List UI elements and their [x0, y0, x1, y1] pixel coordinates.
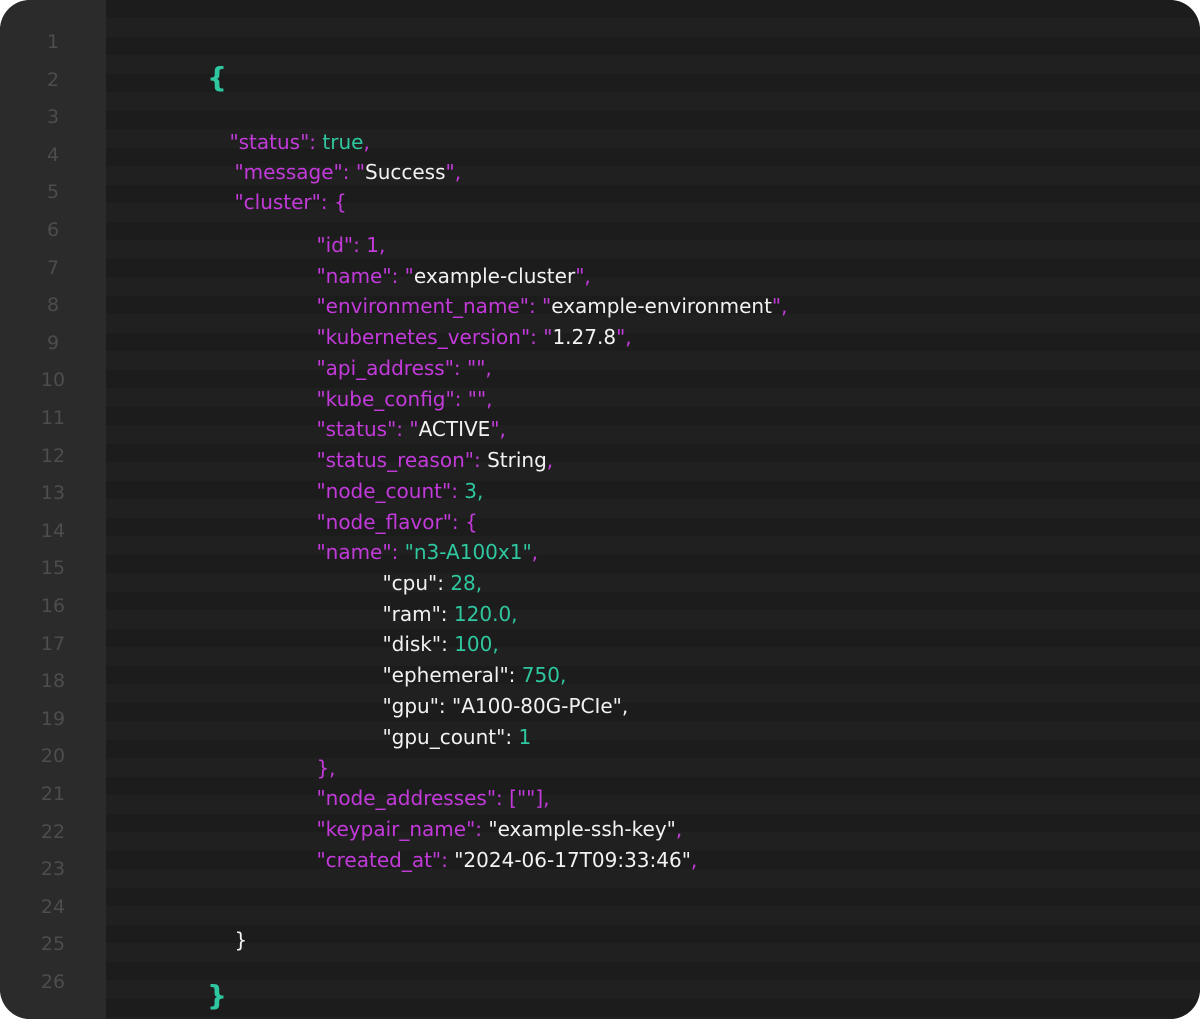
- line-number: 5: [46, 181, 60, 203]
- line-number: 3: [46, 106, 60, 128]
- line-number: 11: [40, 407, 66, 429]
- punct: : ": [530, 325, 553, 349]
- line-number: 17: [40, 633, 66, 655]
- json-key: "gpu_count": [382, 725, 506, 749]
- json-key: "created_at": [316, 848, 442, 872]
- punct: ,: [690, 848, 698, 872]
- line-number: 6: [46, 219, 60, 241]
- line-number: 9: [46, 332, 60, 354]
- line-number: 1: [46, 31, 60, 53]
- punct: ,: [511, 602, 518, 626]
- punct: ,: [477, 479, 484, 503]
- line-number: 8: [46, 294, 60, 316]
- json-value: 1: [518, 725, 532, 749]
- code-line-close-brace: }: [168, 951, 227, 1019]
- line-number: 7: [46, 257, 60, 279]
- code-editor-window: 1 2 3 4 5 6 7 8 9 10 11 12 13 14 15 16 1…: [0, 0, 1200, 1019]
- line-number: 13: [40, 482, 66, 504]
- line-number: 20: [40, 745, 66, 767]
- line-number: 12: [40, 445, 66, 467]
- line-number: 16: [40, 595, 66, 617]
- line-number: 4: [46, 144, 60, 166]
- line-number-gutter: 1 2 3 4 5 6 7 8 9 10 11 12 13 14 15 16 1…: [0, 0, 106, 1019]
- line-number: 26: [40, 971, 66, 993]
- json-value: Success: [365, 160, 446, 184]
- line-number: 22: [40, 821, 66, 843]
- punct: ",: [616, 325, 632, 349]
- line-number: 24: [40, 896, 66, 918]
- line-number: 21: [40, 783, 66, 805]
- line-number: 10: [40, 369, 66, 391]
- punct: :: [505, 725, 519, 749]
- punct: ",: [771, 294, 788, 318]
- line-number: 19: [40, 708, 66, 730]
- line-number: 23: [40, 858, 66, 880]
- code-line-created-at: "created_at": "2024-06-17T09:33:46",: [291, 821, 697, 899]
- json-value: String: [487, 448, 547, 472]
- json-value: 1.27.8: [552, 325, 617, 349]
- punct: ,: [546, 448, 554, 472]
- line-number: 25: [40, 933, 66, 955]
- line-number: 15: [40, 557, 66, 579]
- close-brace: }: [207, 979, 227, 1012]
- inner-close-brace: }: [234, 928, 248, 952]
- json-value: "2024-06-17T09:33:46": [454, 848, 691, 872]
- line-number: 14: [40, 520, 66, 542]
- punct: ,: [621, 694, 629, 718]
- punct: ",: [445, 160, 462, 184]
- punct: :: [441, 848, 455, 872]
- line-number: 18: [40, 670, 66, 692]
- line-number: 2: [46, 69, 60, 91]
- punct: ,: [531, 540, 539, 564]
- open-brace: {: [207, 61, 227, 94]
